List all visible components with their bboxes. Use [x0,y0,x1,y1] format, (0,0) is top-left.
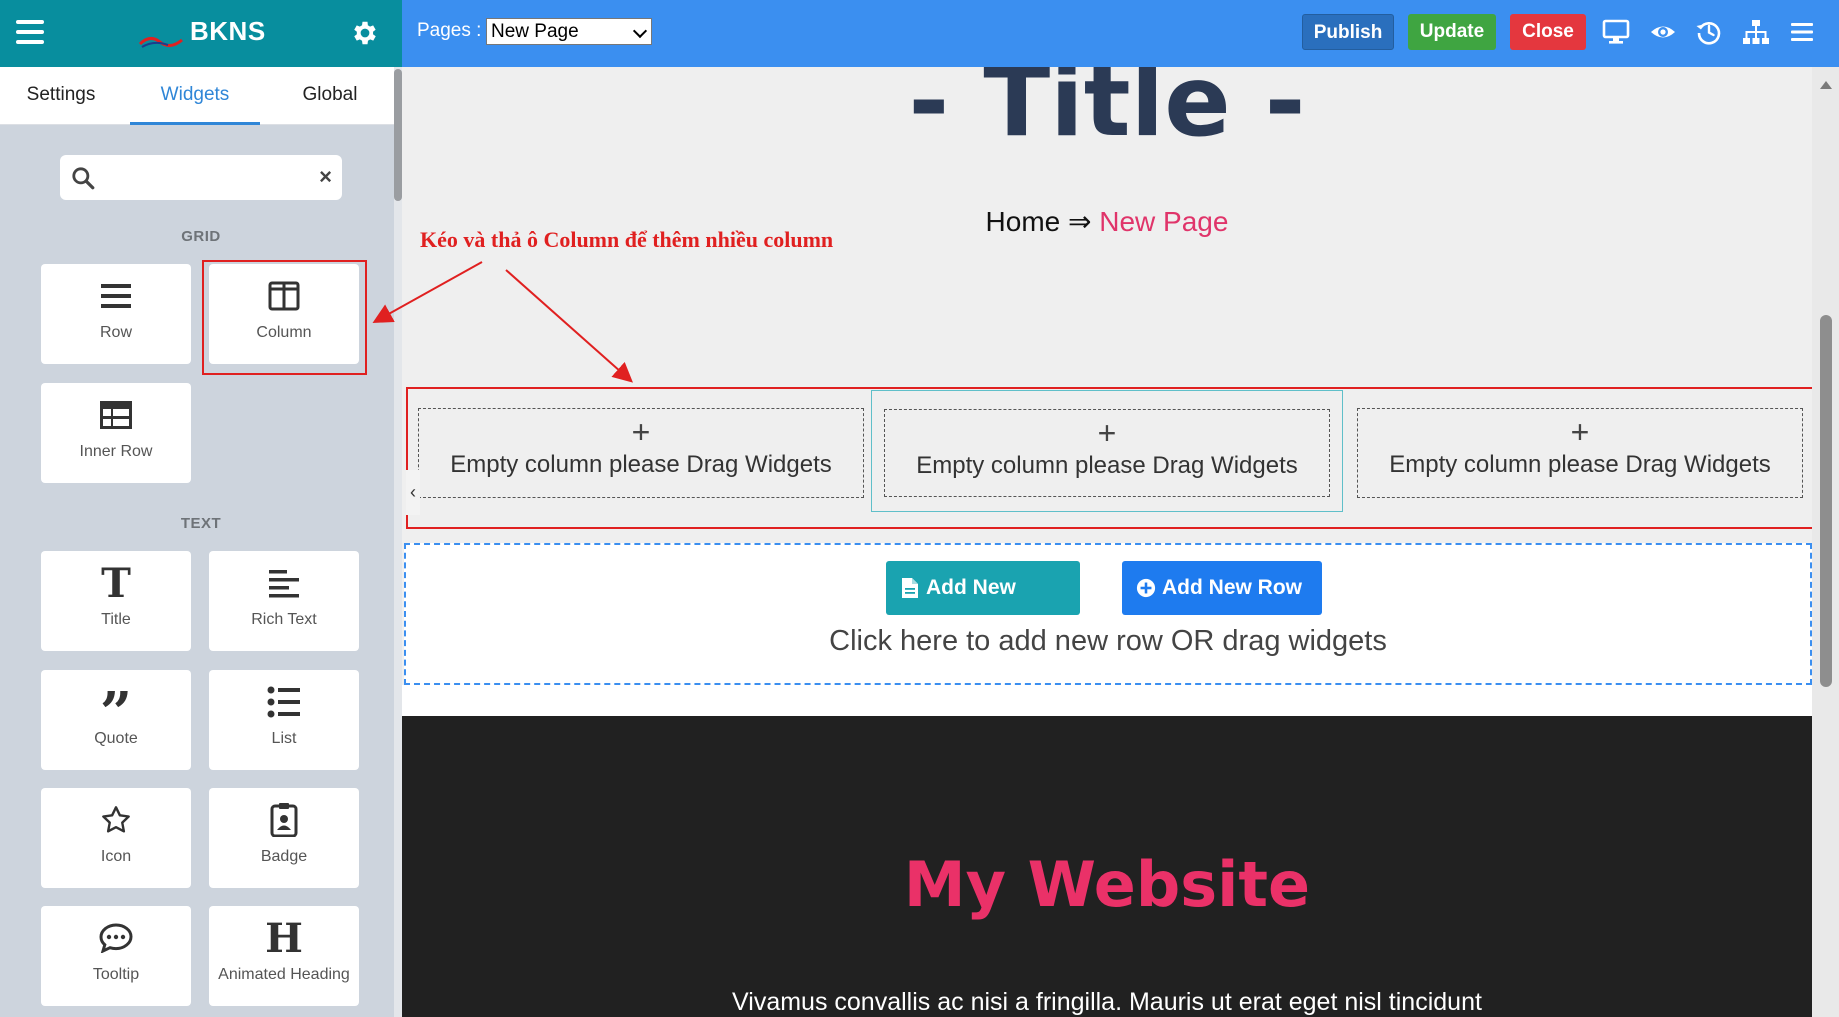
tab-global[interactable]: Global [266,67,394,125]
widget-animated-heading[interactable]: H Animated Heading [209,906,359,1006]
widget-label: Row [99,324,132,341]
empty-column-text: Empty column please Drag Widgets [450,451,832,478]
widget-label: Quote [94,730,138,747]
editor-toolbar: Pages : New Page Publish Update Close [402,0,1839,67]
sitemap-icon[interactable] [1742,18,1770,46]
plus-circle-icon [1136,578,1156,598]
add-new-row-button[interactable]: Add New Row [1122,561,1322,615]
widget-badge[interactable]: Badge [209,788,359,888]
widget-search: × [60,155,342,200]
pages-label: Pages : [417,20,482,41]
scrollbar-thumb[interactable] [1820,315,1832,687]
sidebar-tabs: Settings Widgets Global [0,67,394,125]
clear-search-icon[interactable]: × [319,164,332,190]
widget-label: Title [101,611,131,628]
breadcrumb-separator: ⇒ [1068,206,1092,237]
section-spacer [402,685,1812,716]
breadcrumb-home[interactable]: Home [986,206,1061,237]
footer-paragraph: Vivamus convallis ac nisi a fringilla. M… [732,988,1482,1016]
widget-label: List [271,730,297,747]
add-new-section-button[interactable]: Add New Section [886,561,1080,653]
close-button[interactable]: Close [1510,14,1586,50]
empty-column[interactable]: + Empty column please Drag Widgets [871,390,1343,512]
empty-column[interactable]: + Empty column please Drag Widgets [1345,390,1815,512]
sidebar-header: BKNS [0,0,402,67]
widget-title[interactable]: T Title [41,551,191,651]
plus-icon[interactable]: + [1358,415,1802,449]
category-text: TEXT [180,515,222,532]
chevron-down-icon [632,23,648,39]
widget-label: Animated Heading [218,966,350,983]
history-icon[interactable] [1695,18,1723,46]
tab-settings[interactable]: Settings [0,67,122,125]
desktop-icon[interactable] [1602,18,1630,46]
collapse-sidebar-handle[interactable]: ‹ [406,470,420,515]
empty-column-text: Empty column please Drag Widgets [1389,451,1771,478]
quote-icon: ” [99,680,133,746]
highlight-box-column [202,260,367,375]
sidebar-scrollbar[interactable] [394,67,402,1017]
category-grid: GRID [181,228,221,245]
page-title: - Title - [908,67,1306,159]
footer-site-title: My Website [903,848,1311,921]
annotation-text: Kéo và thả ô Column để thêm nhiều column [420,227,834,252]
eye-icon[interactable] [1649,18,1677,46]
comment-dots-icon [99,923,133,953]
widget-rich-text[interactable]: Rich Text [209,551,359,651]
widget-label: Icon [100,848,132,865]
rows-icon [101,284,131,308]
pages-selected-value: New Page [491,21,579,42]
empty-column[interactable]: + Empty column please Drag Widgets [406,390,876,512]
breadcrumb-current: New Page [1099,206,1229,237]
add-row-hint: Click here to add new row OR drag widget… [829,625,1387,657]
logo-icon [138,37,183,48]
menu-icon[interactable] [1788,18,1816,46]
canvas-scrollbar[interactable] [1812,67,1839,1017]
update-button[interactable]: Update [1408,14,1496,50]
add-new-row-label: Add New Row [1162,576,1302,599]
tab-widgets[interactable]: Widgets [130,67,260,125]
star-icon [102,806,130,833]
widget-label: Rich Text [251,611,317,628]
scroll-up-arrow-icon[interactable] [1820,81,1832,89]
table-icon [100,401,132,429]
id-badge-icon [270,803,298,837]
widget-sidebar: BKNS Settings Widgets Global × GRID Row … [0,0,402,1017]
add-row-dropzone[interactable]: Add New Section Add New Row Click here t… [404,543,1812,685]
list-icon [267,686,300,718]
widget-quote[interactable]: ” Quote [41,670,191,770]
heading-h-icon: H [265,914,303,962]
widget-list[interactable]: List [209,670,359,770]
widget-row[interactable]: Row [41,264,191,364]
plus-icon[interactable]: + [885,416,1329,450]
widget-label: Inner Row [79,443,153,460]
publish-button[interactable]: Publish [1302,14,1394,50]
widget-label: Badge [260,848,308,865]
hamburger-menu-icon[interactable] [16,20,44,44]
widget-icon[interactable]: Icon [41,788,191,888]
align-left-icon [269,570,299,598]
search-input[interactable] [104,163,304,192]
search-icon [72,167,95,190]
empty-column-text: Empty column please Drag Widgets [916,452,1298,479]
footer-section: My Website Vivamus convallis ac nisi a f… [402,716,1812,1017]
widget-inner-row[interactable]: Inner Row [41,383,191,483]
widget-label: Tooltip [92,966,140,983]
plus-icon[interactable]: + [419,415,863,449]
gear-icon[interactable] [350,18,380,48]
title-t-icon: T [101,559,131,607]
widget-tooltip[interactable]: Tooltip [41,906,191,1006]
pages-select[interactable]: New Page [486,18,652,45]
file-icon [902,578,918,598]
brand-name: BKNS [190,16,266,46]
